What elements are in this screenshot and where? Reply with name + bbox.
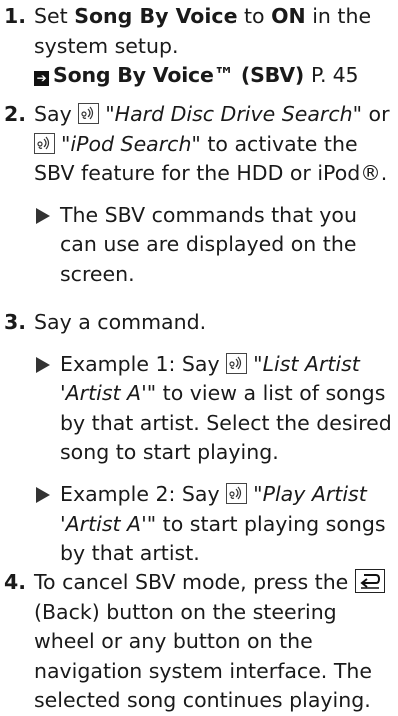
voice-command-icon <box>226 352 248 374</box>
page-reference[interactable]: ➔ Song By Voice™ (SBV) P. 45 <box>34 61 394 91</box>
example-text: Example 1: Say <box>60 351 227 376</box>
example-item: Example 2: Say "Play Artist 'Artist A'" … <box>34 480 394 569</box>
step-number: 3. <box>4 310 27 334</box>
setting-value: ON <box>271 4 306 28</box>
voice-command-icon <box>34 132 55 154</box>
voice-command-text: "iPod Search" <box>61 131 201 156</box>
step-note: The SBV commands that you can use are di… <box>34 201 394 290</box>
voice-command-icon <box>226 482 248 504</box>
back-label: (Back) <box>34 599 100 624</box>
step-body: To cancel SBV mode, press the (Back) but… <box>34 568 394 716</box>
step-text: Say <box>34 102 79 126</box>
triangle-bullet-icon <box>36 207 50 224</box>
step-3: 3. Say a command. Example 1: Say "List A… <box>4 308 394 569</box>
step-text: or <box>362 102 390 126</box>
step-text: Say a command. <box>34 310 207 334</box>
step-body: Say a command. Example 1: Say "List Arti… <box>34 308 394 569</box>
voice-command-icon <box>78 103 100 124</box>
step-4: 4. To cancel SBV mode, press the (Back) … <box>4 568 394 716</box>
note-text: The SBV commands that you can use are di… <box>60 202 357 286</box>
triangle-bullet-icon <box>36 356 50 373</box>
step-number: 1. <box>4 4 27 28</box>
step-body: Set Song By Voice to ON in the system se… <box>34 2 394 91</box>
step-text: To cancel SBV mode, press the <box>34 570 355 594</box>
triangle-bullet-icon <box>36 486 50 503</box>
step-number: 2. <box>4 102 27 126</box>
reference-title: Song By Voice™ (SBV) <box>53 63 305 88</box>
page-reference-arrow-icon: ➔ <box>34 71 49 87</box>
step-2: 2. Say "Hard Disc Drive Search" or "iPod… <box>4 100 394 290</box>
voice-command-text: "Hard Disc Drive Search" <box>105 102 363 126</box>
step-text: to <box>237 4 272 28</box>
manual-page: 1. Set Song By Voice to ON in the system… <box>0 0 398 712</box>
back-button-icon <box>354 569 385 593</box>
example-item: Example 1: Say "List Artist 'Artist A'" … <box>34 350 394 468</box>
example-text: Example 2: Say <box>60 481 227 506</box>
setting-name: Song By Voice <box>74 4 238 28</box>
step-1: 1. Set Song By Voice to ON in the system… <box>4 2 394 91</box>
step-number: 4. <box>4 570 27 594</box>
step-text: Set <box>34 4 75 28</box>
step-body: Say "Hard Disc Drive Search" or "iPod Se… <box>34 100 394 290</box>
reference-page: P. 45 <box>311 63 359 88</box>
